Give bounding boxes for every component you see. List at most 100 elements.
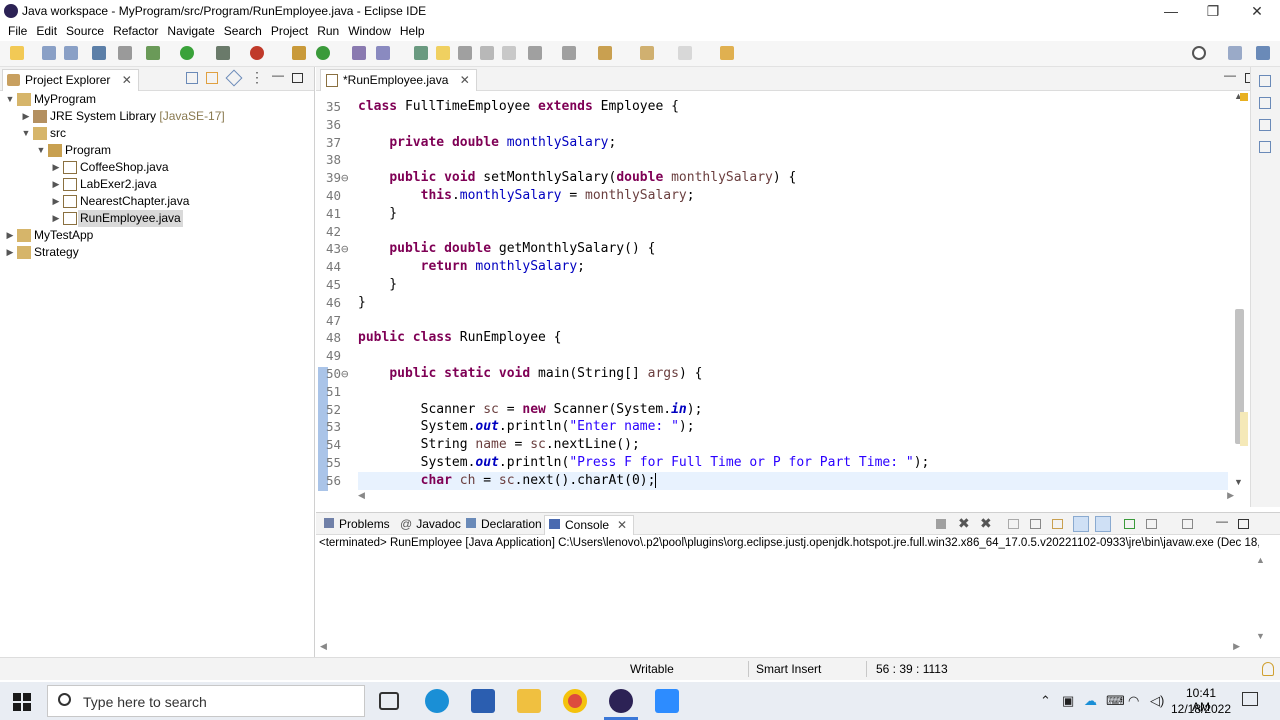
minimize-button[interactable]: —: [1150, 0, 1192, 22]
collapsed-arrow-icon[interactable]: ▶: [20, 108, 32, 125]
scroll-down-icon[interactable]: ▼: [1234, 477, 1243, 487]
code-line[interactable]: class FullTimeEmployee extends Employee …: [358, 99, 679, 116]
remove-launch-icon[interactable]: ✖: [958, 515, 970, 532]
tab-project-explorer[interactable]: Project Explorer ✕: [2, 69, 139, 91]
console-horizontal-scrollbar[interactable]: ◀ ▶: [320, 641, 1240, 655]
skip-breakpoints-icon[interactable]: [118, 46, 132, 60]
task-list-icon[interactable]: [1259, 119, 1271, 131]
code-line[interactable]: }: [358, 294, 366, 312]
code-line[interactable]: Scanner sc = new Scanner(System.in);: [358, 401, 703, 419]
code-line[interactable]: public class RunEmployee {: [358, 329, 562, 347]
scroll-lock-icon[interactable]: [1030, 519, 1041, 529]
menu-navigate[interactable]: Navigate: [163, 22, 219, 41]
edge-icon[interactable]: [425, 689, 449, 713]
search-tool-icon[interactable]: [376, 46, 390, 60]
show-on-output-icon[interactable]: [1073, 516, 1089, 532]
hierarchy-icon[interactable]: [1259, 141, 1271, 153]
new-java-project-icon[interactable]: [292, 46, 306, 60]
windows-start-icon[interactable]: [13, 693, 31, 711]
outline-icon[interactable]: [1259, 97, 1271, 109]
save-icon[interactable]: [42, 46, 56, 60]
collapsed-arrow-icon[interactable]: ▶: [50, 159, 62, 176]
show-on-error-icon[interactable]: [1095, 516, 1111, 532]
code-line[interactable]: String name = sc.nextLine();: [358, 436, 640, 454]
tab-runemployee[interactable]: *RunEmployee.java ✕: [320, 69, 477, 91]
task-view-icon[interactable]: [379, 692, 399, 710]
scroll-down-icon[interactable]: ▼: [1256, 631, 1265, 641]
editor-horizontal-scrollbar[interactable]: ◀ ▶: [356, 490, 1236, 504]
next-annotation-icon[interactable]: [528, 46, 542, 60]
block-selection-icon[interactable]: [458, 46, 472, 60]
tab-problems[interactable]: Problems: [324, 517, 390, 531]
notifications-icon[interactable]: [1242, 692, 1258, 706]
chrome-icon[interactable]: [563, 689, 587, 713]
display-console-icon[interactable]: [1146, 519, 1157, 529]
new-class-icon[interactable]: [316, 46, 330, 60]
warning-overview-marker[interactable]: [1240, 412, 1248, 446]
open-perspective-icon[interactable]: [1228, 46, 1242, 60]
back-icon[interactable]: [640, 46, 654, 60]
menu-project[interactable]: Project: [267, 22, 313, 41]
code-line[interactable]: public double getMonthlySalary() {: [358, 240, 655, 258]
expanded-arrow-icon[interactable]: ▼: [20, 125, 32, 142]
open-type-icon[interactable]: [352, 46, 366, 60]
menu-window[interactable]: Window: [344, 22, 396, 41]
mark-occurrences-icon[interactable]: [436, 46, 450, 60]
terminate-icon[interactable]: [936, 519, 946, 529]
warning-overview-marker[interactable]: [1240, 93, 1248, 101]
file-explorer-icon[interactable]: [517, 689, 541, 713]
pilcrow-icon[interactable]: [502, 46, 516, 60]
word-icon[interactable]: [471, 689, 495, 713]
menu-source[interactable]: Source: [62, 22, 109, 41]
terminal-icon[interactable]: [92, 46, 106, 60]
menu-file[interactable]: File: [4, 22, 32, 41]
tab-declaration[interactable]: Declaration: [466, 517, 542, 531]
tab-javadoc[interactable]: @ Javadoc: [400, 517, 461, 531]
collapsed-arrow-icon[interactable]: ▶: [50, 193, 62, 210]
zoom-icon[interactable]: [655, 689, 679, 713]
link-editor-icon[interactable]: [206, 72, 218, 84]
collapsed-arrow-icon[interactable]: ▶: [50, 176, 62, 193]
run-icon[interactable]: [180, 46, 194, 60]
remove-all-icon[interactable]: ✖: [980, 515, 992, 532]
coverage-icon[interactable]: [216, 46, 230, 60]
new-icon[interactable]: [10, 46, 24, 60]
pin-editor-icon[interactable]: [720, 46, 734, 60]
scroll-left-icon[interactable]: ◀: [358, 490, 365, 501]
eclipse-icon[interactable]: [609, 689, 633, 713]
collapsed-arrow-icon[interactable]: ▶: [4, 244, 16, 261]
java-perspective-icon[interactable]: [1256, 46, 1270, 60]
onedrive-icon[interactable]: ☁: [1084, 693, 1097, 709]
menu-refactor[interactable]: Refactor: [109, 22, 163, 41]
prev-annotation-icon[interactable]: [562, 46, 576, 60]
maximize-view-icon[interactable]: [1238, 519, 1249, 529]
taskbar-search-box[interactable]: Type here to search: [47, 685, 365, 717]
expanded-arrow-icon[interactable]: ▼: [4, 91, 16, 108]
restore-button[interactable]: ❐: [1192, 0, 1234, 22]
code-line[interactable]: return monthlySalary;: [358, 258, 585, 276]
menu-search[interactable]: Search: [220, 22, 267, 41]
minimize-view-icon[interactable]: —: [1224, 68, 1236, 82]
pin-console-icon[interactable]: [1124, 519, 1135, 529]
code-line[interactable]: private double monthlySalary;: [358, 134, 616, 152]
search-icon[interactable]: [1192, 46, 1206, 60]
view-menu-icon[interactable]: ⋮: [250, 69, 264, 86]
minimize-view-icon[interactable]: —: [272, 68, 284, 82]
code-line[interactable]: }: [358, 205, 397, 223]
filter-icon[interactable]: [225, 69, 243, 87]
tip-lightbulb-icon[interactable]: [1262, 662, 1274, 676]
close-button[interactable]: ✕: [1236, 0, 1278, 22]
toggle-icon[interactable]: [414, 46, 428, 60]
close-icon[interactable]: ✕: [122, 73, 132, 87]
save-all-icon[interactable]: [64, 46, 78, 60]
scroll-right-icon[interactable]: ▶: [1233, 641, 1240, 652]
clock-date[interactable]: 12/18/2022: [1170, 702, 1232, 716]
code-line[interactable]: public void setMonthlySalary(double mont…: [358, 169, 796, 187]
external-tools-icon[interactable]: [250, 46, 264, 60]
menu-edit[interactable]: Edit: [32, 22, 62, 41]
open-console-icon[interactable]: [1182, 519, 1193, 529]
code-line[interactable]: public static void main(String[] args) {: [358, 365, 702, 383]
close-icon[interactable]: ✕: [617, 518, 627, 532]
collapse-all-icon[interactable]: [186, 72, 198, 84]
code-line[interactable]: }: [358, 276, 397, 294]
